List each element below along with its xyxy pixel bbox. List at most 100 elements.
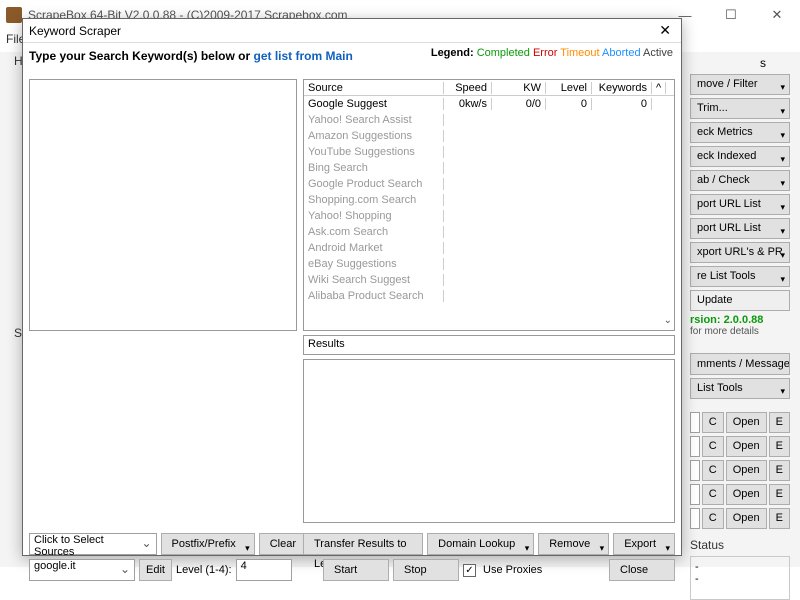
c-button-3[interactable]: C [702,460,724,481]
get-list-link[interactable]: get list from Main [254,49,353,63]
table-row[interactable]: Yahoo! Shopping [304,208,674,224]
table-row[interactable]: Android Market [304,240,674,256]
table-row[interactable]: Google Suggest0kw/s0/000 [304,96,674,112]
scroll-down-icon[interactable]: ⌄ [664,315,672,326]
cell-source: eBay Suggestions [304,258,444,270]
use-proxies-label: Use Proxies [483,564,542,576]
legend-aborted: Aborted [602,47,641,59]
comments-messages-header: mments / Messages [690,353,790,375]
legend-row: Legend: Completed Error Timeout Aborted … [431,47,673,59]
col-source[interactable]: Source [304,82,444,94]
table-row[interactable]: Yahoo! Search Assist [304,112,674,128]
dialog-close-button[interactable]: ✕ [655,22,675,39]
export-button[interactable]: Export [613,533,675,555]
e-button-4[interactable]: E [769,484,790,505]
edit-button[interactable]: Edit [139,559,172,581]
e-button-1[interactable]: E [769,412,790,433]
col-keywords[interactable]: Keywords [592,82,652,94]
check-metrics-button[interactable]: eck Metrics [690,122,790,143]
list-input-2[interactable] [690,436,700,457]
status-line-1: - [695,561,785,573]
table-row[interactable]: Ask.com Search [304,224,674,240]
cell-source: Android Market [304,242,444,254]
results-box [303,359,675,523]
level-input[interactable]: 4 [236,559,292,581]
check-indexed-button[interactable]: eck Indexed [690,146,790,167]
cell-kw: 0/0 [492,98,546,110]
table-row[interactable]: YouTube Suggestions [304,144,674,160]
keyword-input-area[interactable] [29,79,297,331]
cell-source: Amazon Suggestions [304,130,444,142]
cell-source: Alibaba Product Search [304,290,444,302]
col-speed[interactable]: Speed [444,82,492,94]
select-sources-dropdown[interactable]: Click to Select Sources [29,533,157,555]
col-scroll-up[interactable]: ^ [652,82,666,94]
legend-active: Active [643,47,673,59]
list-tools-button-2[interactable]: List Tools [690,378,790,399]
postfix-prefix-button[interactable]: Postfix/Prefix [161,533,255,555]
cell-source: Google Product Search [304,178,444,190]
tld-dropdown[interactable]: google.it [29,559,135,581]
list-input-3[interactable] [690,460,700,481]
col-kw[interactable]: KW [492,82,546,94]
status-section-title: Status [690,538,790,552]
table-row[interactable]: eBay Suggestions [304,256,674,272]
trim-button[interactable]: Trim... [690,98,790,119]
close-button[interactable]: Close [609,559,675,581]
open-button-4[interactable]: Open [726,484,767,505]
port-url-list-button-2[interactable]: port URL List [690,218,790,239]
cell-level: 0 [546,98,592,110]
domain-lookup-button[interactable]: Domain Lookup [427,533,534,555]
cell-source: Shopping.com Search [304,194,444,206]
e-button-3[interactable]: E [769,460,790,481]
legend-label: Legend: [431,47,474,59]
e-button-5[interactable]: E [769,508,790,529]
use-proxies-checkbox[interactable]: ✓ [463,564,476,577]
table-row[interactable]: Google Product Search [304,176,674,192]
remove-button[interactable]: Remove [538,533,609,555]
bg-fragment-s: S [14,326,22,340]
open-button-3[interactable]: Open [726,460,767,481]
c-button-2[interactable]: C [702,436,724,457]
c-button-4[interactable]: C [702,484,724,505]
list-input-1[interactable] [690,412,700,433]
open-button-1[interactable]: Open [726,412,767,433]
table-row[interactable]: Wiki Search Suggest [304,272,674,288]
table-row[interactable]: Bing Search [304,160,674,176]
remove-filter-button[interactable]: move / Filter [690,74,790,95]
maximize-button[interactable]: ☐ [708,0,754,30]
level-label: Level (1-4): [176,564,232,576]
open-button-2[interactable]: Open [726,436,767,457]
list-tools-button[interactable]: re List Tools [690,266,790,287]
e-button-2[interactable]: E [769,436,790,457]
cell-source: Yahoo! Shopping [304,210,444,222]
window-close-button[interactable]: ✕ [754,0,800,30]
list-input-5[interactable] [690,508,700,529]
prompt-prefix: Type your Search Keyword(s) below or [29,49,254,63]
transfer-results-button[interactable]: Transfer Results to Left Side [303,533,423,555]
sources-table: Source Speed KW Level Keywords ^ Google … [303,79,675,331]
cell-source: Google Suggest [304,98,444,110]
cell-source: Bing Search [304,162,444,174]
status-line-2: - [695,573,785,585]
col-level[interactable]: Level [546,82,592,94]
table-row[interactable]: Alibaba Product Search [304,288,674,304]
app-icon [6,7,22,23]
cell-source: Yahoo! Search Assist [304,114,444,126]
table-row[interactable]: Shopping.com Search [304,192,674,208]
update-button[interactable]: Update [690,290,790,311]
table-row[interactable]: Amazon Suggestions [304,128,674,144]
stop-button[interactable]: Stop [393,559,459,581]
cell-source: Ask.com Search [304,226,444,238]
status-box: - - [690,556,790,600]
grab-check-button[interactable]: ab / Check [690,170,790,191]
list-input-4[interactable] [690,484,700,505]
c-button-5[interactable]: C [702,508,724,529]
c-button-1[interactable]: C [702,412,724,433]
export-pagerank-button[interactable]: xport URL's & PR [690,242,790,263]
open-button-5[interactable]: Open [726,508,767,529]
version-label: rsion: 2.0.0.88 [690,314,790,326]
start-button[interactable]: Start [323,559,389,581]
clear-button[interactable]: Clear [259,533,307,555]
port-url-list-button-1[interactable]: port URL List [690,194,790,215]
